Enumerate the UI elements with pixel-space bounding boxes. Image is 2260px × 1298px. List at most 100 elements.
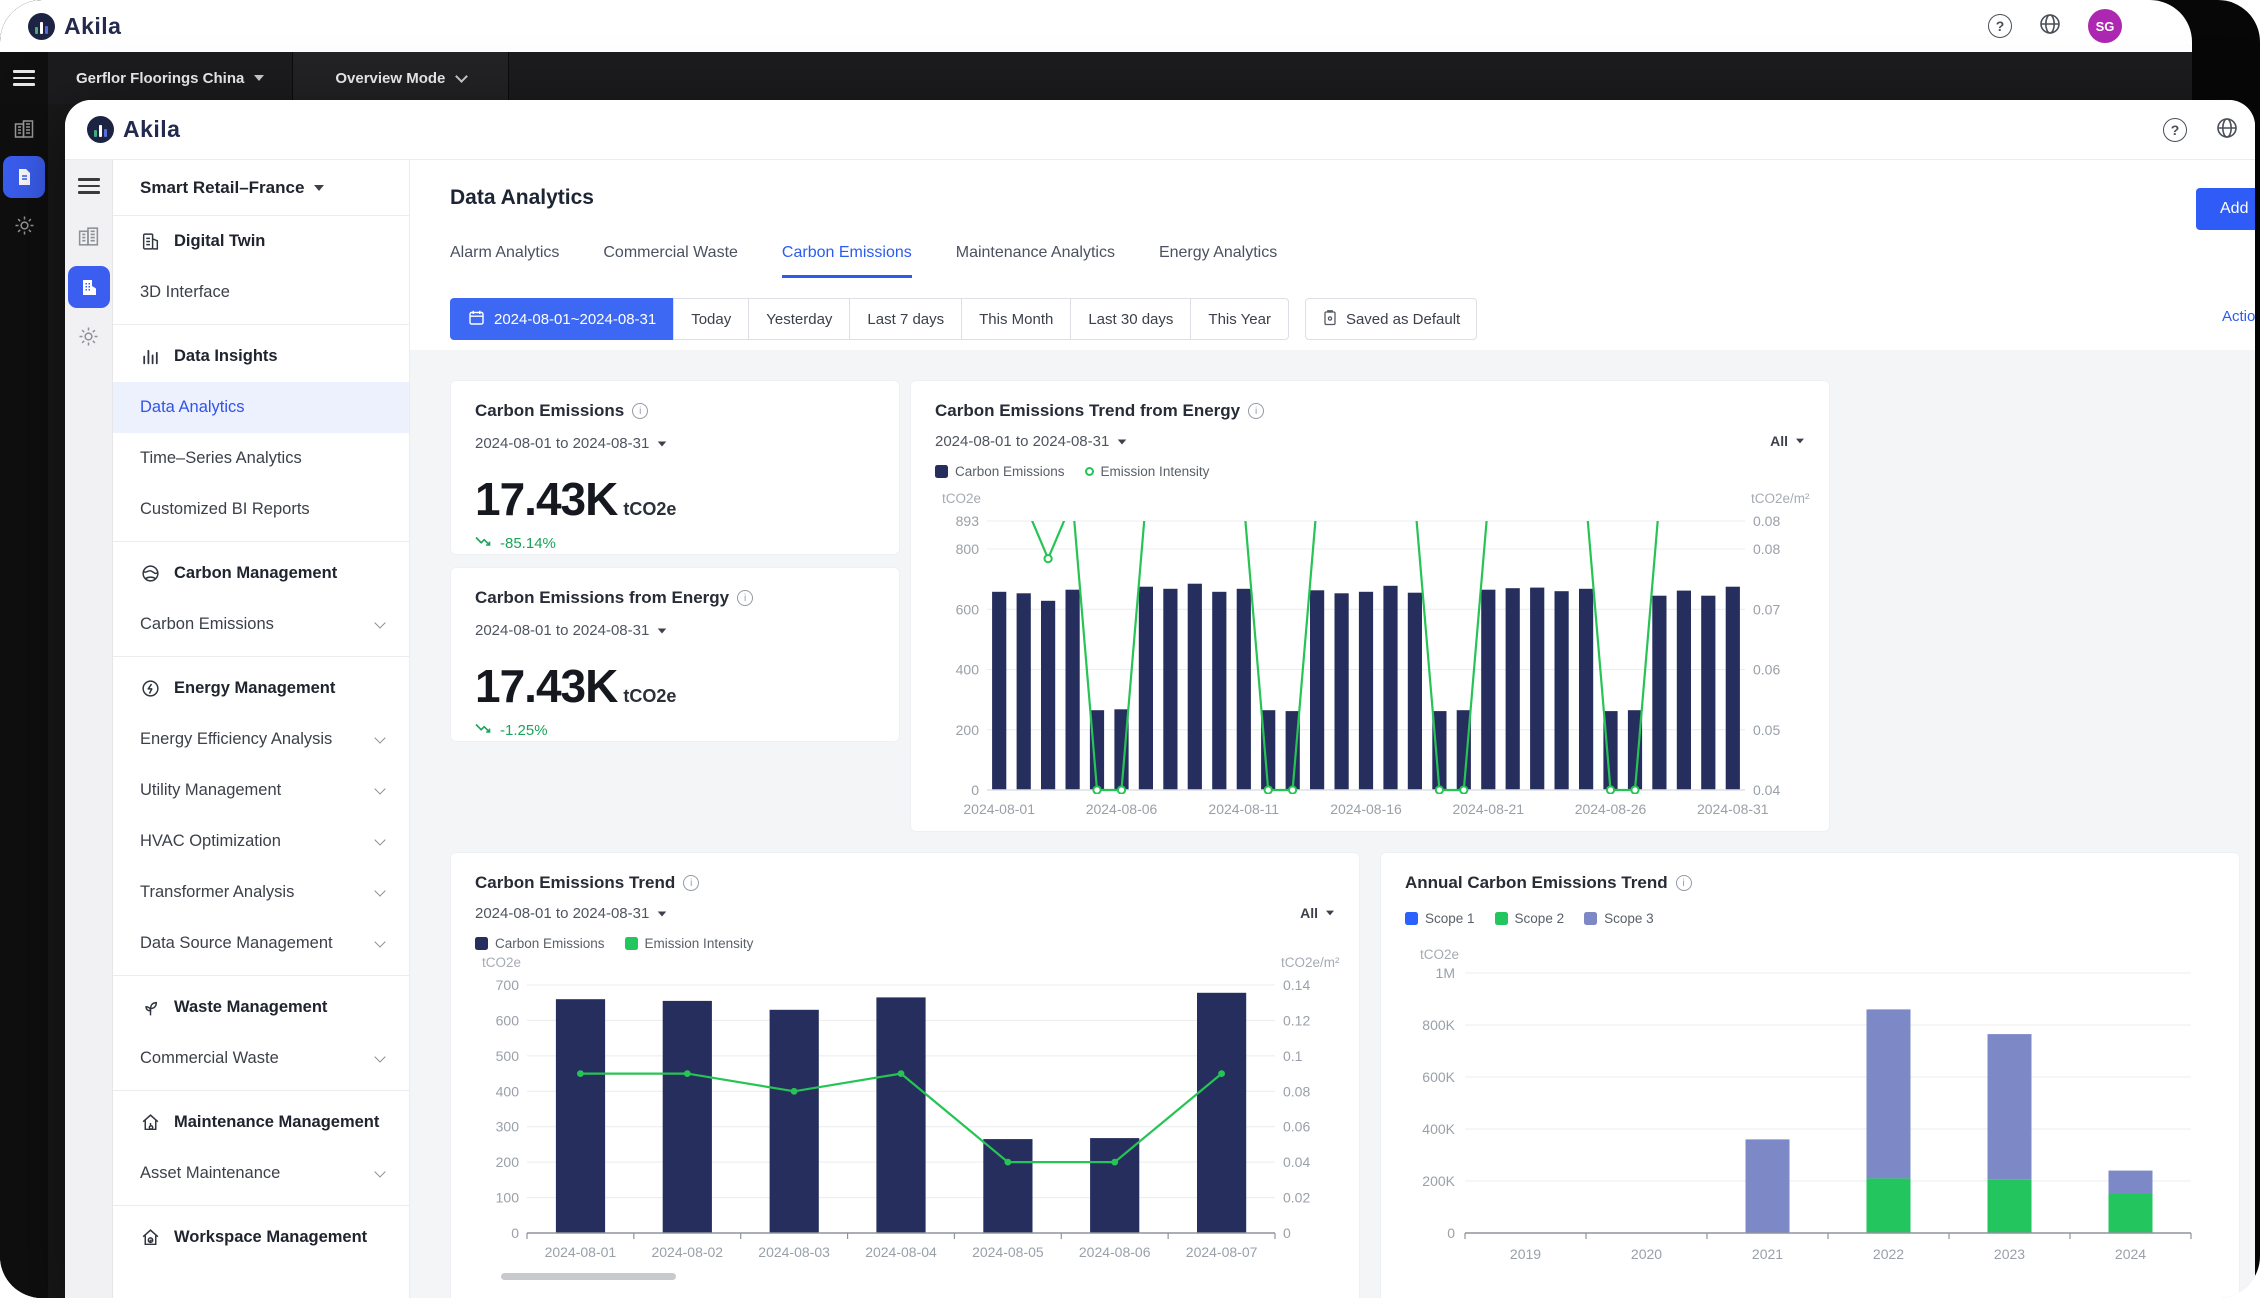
actions-link[interactable]: Actions xyxy=(2222,308,2255,325)
chart-scope-filter-label: All xyxy=(1300,905,1318,921)
preset-last-7-days[interactable]: Last 7 days xyxy=(849,298,962,340)
stat-card-title: Carbon Emissions xyxy=(475,401,624,421)
page-title: Data Analytics xyxy=(450,186,594,210)
sidebar-item-data-analytics[interactable]: Data Analytics xyxy=(113,382,409,433)
buildings-icon[interactable] xyxy=(11,116,37,142)
legend-item-scope-3[interactable]: Scope 3 xyxy=(1584,911,1654,926)
analytics-tabs: Alarm Analytics Commercial Waste Carbon Em… xyxy=(450,244,1277,278)
tab-carbon-emissions[interactable]: Carbon Emissions xyxy=(782,244,912,278)
svg-text:0.07: 0.07 xyxy=(1753,601,1780,617)
svg-text:tCO2e/m²: tCO2e/m² xyxy=(1751,491,1810,506)
site-selector-label: Smart Retail–France xyxy=(140,178,304,198)
help-icon[interactable]: ? xyxy=(2163,118,2187,142)
stat-card-date-dropdown[interactable]: 2024-08-01 to 2024-08-31 xyxy=(475,435,875,452)
hamburger-menu-icon[interactable] xyxy=(13,70,35,86)
svg-text:0: 0 xyxy=(511,1225,519,1241)
svg-text:2024-08-01: 2024-08-01 xyxy=(545,1244,617,1260)
info-icon[interactable]: i xyxy=(737,590,753,606)
sidebar-item-waste-management[interactable]: Waste Management xyxy=(113,982,409,1033)
hamburger-menu-icon[interactable] xyxy=(78,178,100,194)
preset-this-month[interactable]: This Month xyxy=(961,298,1071,340)
sidebar-item-carbon-management[interactable]: Carbon Management xyxy=(113,548,409,599)
legend-square-marker xyxy=(1495,912,1508,925)
building-icon[interactable] xyxy=(68,266,110,308)
globe-icon[interactable] xyxy=(2038,12,2062,41)
sidebar-item-energy-efficiency-analysis[interactable]: Energy Efficiency Analysis xyxy=(113,714,409,765)
chart-date-dropdown[interactable]: 2024-08-01 to 2024-08-31 xyxy=(475,905,1335,922)
sidebar-item-label: Data Source Management xyxy=(140,934,333,953)
sidebar-item-energy-management[interactable]: Energy Management xyxy=(113,663,409,714)
info-icon[interactable]: i xyxy=(632,403,648,419)
main-content: Data Analytics Add Alarm Analytics Commer… xyxy=(410,160,2255,1298)
sidebar-item-workspace-management[interactable]: Workspace Management xyxy=(113,1212,409,1263)
sidebar-item-customized-bi-reports[interactable]: Customized BI Reports xyxy=(113,484,409,535)
chart-scope-filter[interactable]: All xyxy=(1770,433,1805,449)
legend-item-scope-1[interactable]: Scope 1 xyxy=(1405,911,1475,926)
sidebar-item-label: Waste Management xyxy=(174,998,327,1017)
add-button[interactable]: Add xyxy=(2196,188,2255,230)
sidebar-item-data-insights[interactable]: Data Insights xyxy=(113,331,409,382)
chart-scope-filter[interactable]: All xyxy=(1300,905,1335,921)
sidebar-item-hvac-optimization[interactable]: HVAC Optimization xyxy=(113,816,409,867)
legend-item-emission-intensity[interactable]: Emission Intensity xyxy=(1085,464,1210,479)
date-preset-group: 2024-08-01~2024-08-31 TodayYesterdayLast… xyxy=(450,298,1289,340)
annual-emissions-chart-canvas: tCO2e0200K400K600K800K1M2019202020212022… xyxy=(1401,949,2221,1279)
chart-card-emissions-trend-energy: Carbon Emissions Trend from Energyi 2024… xyxy=(910,380,1830,832)
legend-item-scope-2[interactable]: Scope 2 xyxy=(1495,911,1565,926)
buildings-icon[interactable] xyxy=(76,224,102,250)
legend-square-marker xyxy=(1405,912,1418,925)
avatar[interactable]: SG xyxy=(2088,9,2122,43)
sidebar-item-label: Transformer Analysis xyxy=(140,883,294,902)
sidebar-item-transformer-analysis[interactable]: Transformer Analysis xyxy=(113,867,409,918)
svg-text:0: 0 xyxy=(971,782,979,798)
svg-text:2020: 2020 xyxy=(1631,1246,1662,1262)
org-selector[interactable]: Gerflor Floorings China xyxy=(48,52,293,104)
saved-as-default-button[interactable]: Saved as Default xyxy=(1305,298,1477,340)
svg-text:0.02: 0.02 xyxy=(1283,1190,1310,1206)
svg-text:0.1: 0.1 xyxy=(1283,1048,1303,1064)
legend-item-emission-intensity[interactable]: Emission Intensity xyxy=(625,936,754,951)
sidebar-item-label: Carbon Emissions xyxy=(140,615,274,634)
legend-item-carbon-emissions[interactable]: Carbon Emissions xyxy=(475,936,605,951)
sidebar-divider xyxy=(113,1090,409,1091)
sidebar-item-3d-interface[interactable]: 3D Interface xyxy=(113,267,409,318)
stat-card-date-dropdown[interactable]: 2024-08-01 to 2024-08-31 xyxy=(475,622,875,639)
preset-today[interactable]: Today xyxy=(673,298,749,340)
tab-commercial-waste[interactable]: Commercial Waste xyxy=(603,244,738,278)
dropdown-triangle-icon xyxy=(254,75,264,81)
sidebar-item-carbon-emissions[interactable]: Carbon Emissions xyxy=(113,599,409,650)
svg-text:200K: 200K xyxy=(1422,1173,1455,1189)
mode-selector[interactable]: Overview Mode xyxy=(293,52,509,104)
preset-last-30-days[interactable]: Last 30 days xyxy=(1070,298,1191,340)
svg-text:tCO2e: tCO2e xyxy=(1420,949,1459,962)
svg-text:200: 200 xyxy=(496,1154,520,1170)
info-icon[interactable]: i xyxy=(683,875,699,891)
info-icon[interactable]: i xyxy=(1676,875,1692,891)
tab-alarm-analytics[interactable]: Alarm Analytics xyxy=(450,244,559,278)
sidebar-item-maintenance-management[interactable]: Maintenance Management xyxy=(113,1097,409,1148)
chart-date-dropdown[interactable]: 2024-08-01 to 2024-08-31 xyxy=(935,433,1805,450)
gear-icon[interactable] xyxy=(11,212,37,238)
legend-item-carbon-emissions[interactable]: Carbon Emissions xyxy=(935,464,1065,479)
site-selector[interactable]: Smart Retail–France xyxy=(113,160,409,216)
document-icon[interactable] xyxy=(3,156,45,198)
globe-icon[interactable] xyxy=(2215,116,2239,145)
sidebar-item-label: 3D Interface xyxy=(140,283,230,302)
tab-maintenance-analytics[interactable]: Maintenance Analytics xyxy=(956,244,1115,278)
gear-icon[interactable] xyxy=(76,324,102,350)
preset-this-year[interactable]: This Year xyxy=(1190,298,1289,340)
sidebar-item-digital-twin[interactable]: Digital Twin xyxy=(113,216,409,267)
horizontal-scrollbar[interactable] xyxy=(501,1273,676,1280)
info-icon[interactable]: i xyxy=(1248,403,1264,419)
sidebar-item-label: Energy Management xyxy=(174,679,335,698)
preset-yesterday[interactable]: Yesterday xyxy=(748,298,850,340)
sidebar-item-commercial-waste[interactable]: Commercial Waste xyxy=(113,1033,409,1084)
sidebar-item-data-source-management[interactable]: Data Source Management xyxy=(113,918,409,969)
tab-energy-analytics[interactable]: Energy Analytics xyxy=(1159,244,1277,278)
help-icon[interactable]: ? xyxy=(1988,14,2012,38)
sidebar-item-time-series-analytics[interactable]: Time–Series Analytics xyxy=(113,433,409,484)
sidebar-item-utility-management[interactable]: Utility Management xyxy=(113,765,409,816)
stat-unit: tCO2e xyxy=(623,499,676,519)
sidebar-item-asset-maintenance[interactable]: Asset Maintenance xyxy=(113,1148,409,1199)
date-range-button[interactable]: 2024-08-01~2024-08-31 xyxy=(450,298,674,340)
